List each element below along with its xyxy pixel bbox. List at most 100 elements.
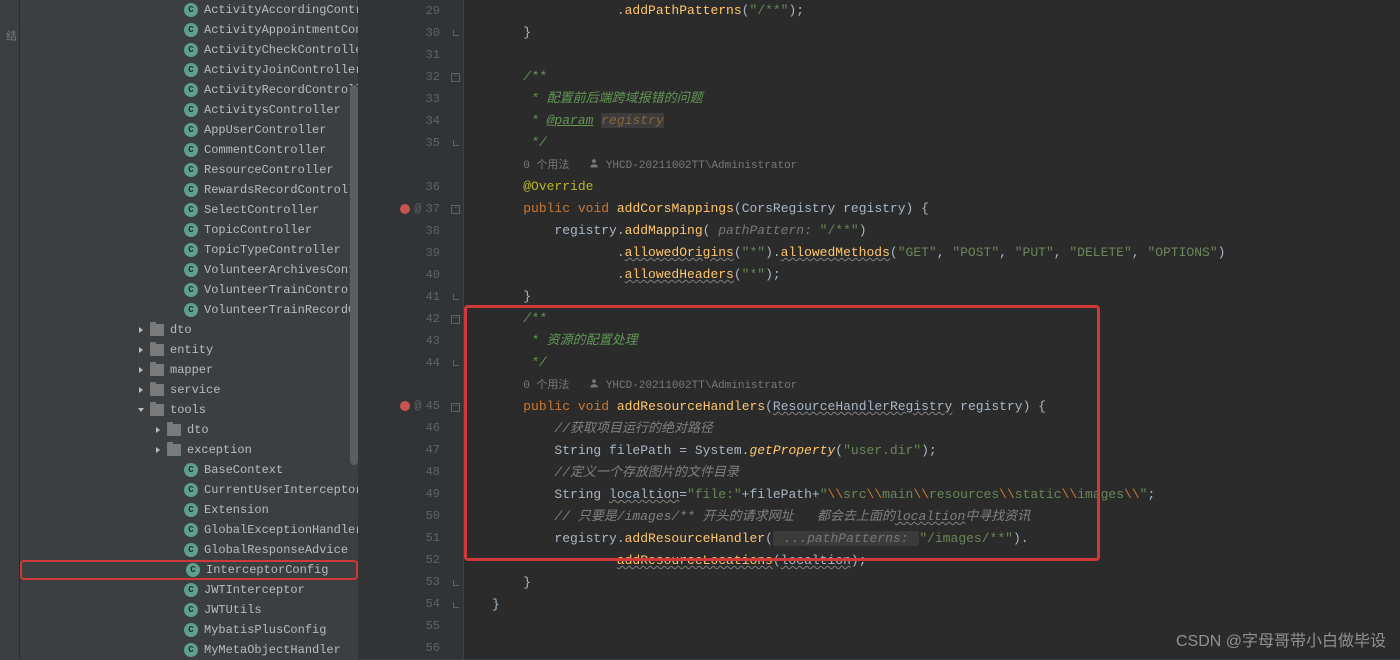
- fold-marker[interactable]: [448, 506, 463, 528]
- code-line[interactable]: //获取项目运行的绝对路径: [492, 418, 1400, 440]
- fold-marker[interactable]: [448, 638, 463, 660]
- fold-marker[interactable]: −: [448, 308, 463, 330]
- code-line[interactable]: * 资源的配置处理: [492, 330, 1400, 352]
- fold-marker[interactable]: [448, 594, 463, 616]
- code-line[interactable]: .allowedHeaders("*");: [492, 264, 1400, 286]
- fold-marker[interactable]: [448, 528, 463, 550]
- fold-marker[interactable]: [448, 242, 463, 264]
- tree-item-resourcecontroller[interactable]: CResourceController: [20, 160, 358, 180]
- code-line[interactable]: String localtion="file:"+filePath+"\\src…: [492, 484, 1400, 506]
- tree-item-jwtutils[interactable]: CJWTUtils: [20, 600, 358, 620]
- tree-item-volunteertraincontroller[interactable]: CVolunteerTrainController: [20, 280, 358, 300]
- fold-marker[interactable]: [448, 440, 463, 462]
- code-line[interactable]: /**: [492, 66, 1400, 88]
- fold-marker[interactable]: [448, 0, 463, 22]
- tree-item-volunteerarchivescontroller[interactable]: CVolunteerArchivesController: [20, 260, 358, 280]
- fold-marker[interactable]: [448, 22, 463, 44]
- tree-item-activityjoincontroller[interactable]: CActivityJoinController: [20, 60, 358, 80]
- chevron-right-icon[interactable]: [153, 445, 163, 455]
- code-line[interactable]: */: [492, 352, 1400, 374]
- author-info[interactable]: YHCD-20211002TT\Administrator: [599, 160, 797, 172]
- fold-marker[interactable]: [448, 572, 463, 594]
- fold-marker[interactable]: [448, 110, 463, 132]
- fold-marker[interactable]: [448, 220, 463, 242]
- fold-marker[interactable]: [448, 44, 463, 66]
- chevron-right-icon[interactable]: [136, 325, 146, 335]
- tree-item-globalexceptionhandler[interactable]: CGlobalExceptionHandler: [20, 520, 358, 540]
- code-line[interactable]: 0 个用法 YHCD-20211002TT\Administrator: [492, 374, 1400, 396]
- tree-item-tools[interactable]: tools: [20, 400, 358, 420]
- fold-marker[interactable]: −: [448, 198, 463, 220]
- chevron-right-icon[interactable]: [136, 385, 146, 395]
- chevron-right-icon[interactable]: [136, 345, 146, 355]
- fold-marker[interactable]: [448, 550, 463, 572]
- code-line[interactable]: 0 个用法 YHCD-20211002TT\Administrator: [492, 154, 1400, 176]
- fold-marker[interactable]: −: [448, 396, 463, 418]
- code-line[interactable]: public void addResourceHandlers(Resource…: [492, 396, 1400, 418]
- code-line[interactable]: String filePath = System.getProperty("us…: [492, 440, 1400, 462]
- tree-item-jwtinterceptor[interactable]: CJWTInterceptor: [20, 580, 358, 600]
- tree-item-commentcontroller[interactable]: CCommentController: [20, 140, 358, 160]
- code-line[interactable]: * @param registry: [492, 110, 1400, 132]
- fold-gutter[interactable]: − − − −: [448, 0, 464, 659]
- fold-marker[interactable]: [448, 374, 463, 396]
- code-line[interactable]: registry.addResourceHandler( ...pathPatt…: [492, 528, 1400, 550]
- fold-marker[interactable]: [448, 132, 463, 154]
- code-line[interactable]: [492, 44, 1400, 66]
- tree-item-exception[interactable]: exception: [20, 440, 358, 460]
- tree-item-mymetaobjecthandler[interactable]: CMyMetaObjectHandler: [20, 640, 358, 659]
- tree-item-activityaccordingcontroller[interactable]: CActivityAccordingController: [20, 0, 358, 20]
- tree-item-volunteertrainrecordcontroller[interactable]: CVolunteerTrainRecordController: [20, 300, 358, 320]
- tree-item-topictypecontroller[interactable]: CTopicTypeController: [20, 240, 358, 260]
- tree-item-basecontext[interactable]: CBaseContext: [20, 460, 358, 480]
- tree-item-extension[interactable]: CExtension: [20, 500, 358, 520]
- chevron-right-icon[interactable]: [136, 365, 146, 375]
- usage-info[interactable]: 0 个用法: [523, 380, 589, 392]
- override-icon[interactable]: [400, 401, 410, 411]
- code-line[interactable]: //定义一个存放图片的文件目录: [492, 462, 1400, 484]
- tree-item-service[interactable]: service: [20, 380, 358, 400]
- tree-item-interceptorconfig[interactable]: CInterceptorConfig: [20, 560, 358, 580]
- code-line[interactable]: // 只要是/images/** 开头的请求网址 都会去上面的localtion…: [492, 506, 1400, 528]
- code-line[interactable]: }: [492, 572, 1400, 594]
- code-line[interactable]: /**: [492, 308, 1400, 330]
- fold-marker[interactable]: [448, 462, 463, 484]
- author-info[interactable]: YHCD-20211002TT\Administrator: [599, 380, 797, 392]
- tree-item-currentuserinterceptor[interactable]: CCurrentUserInterceptor: [20, 480, 358, 500]
- project-tree-sidebar[interactable]: CActivityAccordingControllerCActivityApp…: [20, 0, 358, 659]
- usage-info[interactable]: 0 个用法: [523, 160, 589, 172]
- tree-item-activityrecordcontroller[interactable]: CActivityRecordController: [20, 80, 358, 100]
- tree-item-mybatisplusconfig[interactable]: CMybatisPlusConfig: [20, 620, 358, 640]
- tree-item-dto[interactable]: dto: [20, 420, 358, 440]
- tree-item-globalresponseadvice[interactable]: CGlobalResponseAdvice: [20, 540, 358, 560]
- tree-item-appusercontroller[interactable]: CAppUserController: [20, 120, 358, 140]
- tree-item-activityappointmentcontroller[interactable]: CActivityAppointmentController: [20, 20, 358, 40]
- tree-item-rewardsrecordcontroller[interactable]: CRewardsRecordController: [20, 180, 358, 200]
- fold-marker[interactable]: [448, 418, 463, 440]
- tree-item-selectcontroller[interactable]: CSelectController: [20, 200, 358, 220]
- code-line[interactable]: addResourceLocations(localtion);: [492, 550, 1400, 572]
- code-line[interactable]: }: [492, 594, 1400, 616]
- fold-marker[interactable]: [448, 154, 463, 176]
- code-line[interactable]: .allowedOrigins("*").allowedMethods("GET…: [492, 242, 1400, 264]
- tree-item-entity[interactable]: entity: [20, 340, 358, 360]
- code-line[interactable]: @Override: [492, 176, 1400, 198]
- code-line[interactable]: */: [492, 132, 1400, 154]
- tree-item-dto[interactable]: dto: [20, 320, 358, 340]
- chevron-right-icon[interactable]: [153, 425, 163, 435]
- code-line[interactable]: registry.addMapping( pathPattern: "/**"): [492, 220, 1400, 242]
- code-line[interactable]: }: [492, 22, 1400, 44]
- code-line[interactable]: public void addCorsMappings(CorsRegistry…: [492, 198, 1400, 220]
- code-line[interactable]: }: [492, 286, 1400, 308]
- code-line[interactable]: * 配置前后端跨域报错的问题: [492, 88, 1400, 110]
- fold-marker[interactable]: [448, 176, 463, 198]
- fold-marker[interactable]: [448, 616, 463, 638]
- fold-marker[interactable]: [448, 88, 463, 110]
- fold-marker[interactable]: [448, 286, 463, 308]
- sidebar-scrollbar[interactable]: [350, 85, 358, 465]
- fold-marker[interactable]: −: [448, 66, 463, 88]
- code-line[interactable]: .addPathPatterns("/**");: [492, 0, 1400, 22]
- code-area[interactable]: .addPathPatterns("/**"); } /** * 配置前后端跨域…: [464, 0, 1400, 659]
- fold-marker[interactable]: [448, 352, 463, 374]
- tree-item-topiccontroller[interactable]: CTopicController: [20, 220, 358, 240]
